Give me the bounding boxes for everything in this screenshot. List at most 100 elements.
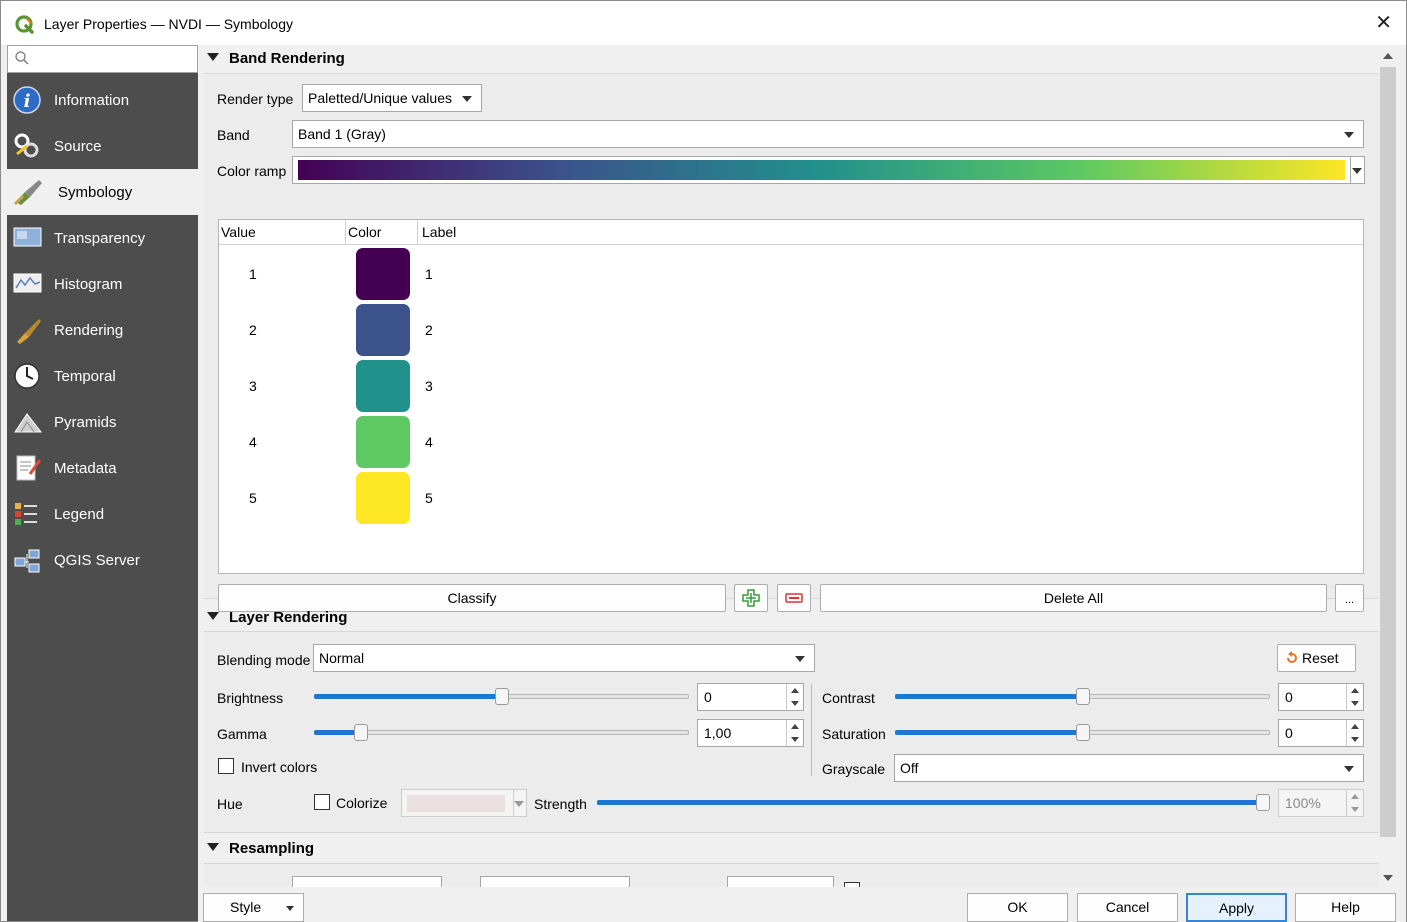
zoomed-out-select[interactable] bbox=[480, 876, 630, 887]
band-label: Band bbox=[217, 127, 250, 143]
band-select[interactable]: Band 1 (Gray) bbox=[292, 120, 1364, 148]
sidebar-item-source[interactable]: Source bbox=[7, 123, 198, 169]
colorize-color-button[interactable] bbox=[401, 789, 514, 817]
spin-buttons[interactable] bbox=[786, 720, 803, 746]
sidebar-item-symbology[interactable]: Symbology bbox=[7, 169, 198, 215]
transparency-icon bbox=[13, 227, 42, 247]
render-type-value: Paletted/Unique values bbox=[308, 90, 452, 106]
vertical-scrollbar[interactable] bbox=[1379, 45, 1397, 887]
table-row[interactable]: 5 5 bbox=[219, 470, 1363, 526]
strength-slider[interactable] bbox=[597, 792, 1270, 812]
contrast-spinbox[interactable]: 0 bbox=[1278, 683, 1364, 711]
render-type-label: Render type bbox=[217, 91, 294, 107]
saturation-slider[interactable] bbox=[895, 722, 1270, 742]
sidebar-item-transparency[interactable]: Transparency bbox=[7, 215, 198, 261]
gamma-spinbox[interactable]: 1,00 bbox=[697, 719, 804, 747]
slider-handle[interactable] bbox=[1076, 688, 1090, 705]
brightness-slider[interactable] bbox=[314, 686, 689, 706]
layer-rendering-panel: Blending mode Normal Reset Brightness 0 bbox=[204, 631, 1379, 833]
invert-colors-checkbox[interactable] bbox=[218, 758, 234, 774]
zoomed-in-select[interactable] bbox=[292, 876, 442, 887]
col-label-header[interactable]: Label bbox=[422, 224, 456, 240]
sidebar-item-information[interactable]: i Information bbox=[7, 77, 198, 123]
resampling-header[interactable]: Resampling bbox=[204, 835, 1379, 863]
sidebar-item-rendering[interactable]: Rendering bbox=[7, 307, 198, 353]
saturation-spinbox[interactable]: 0 bbox=[1278, 719, 1364, 747]
sidebar-item-legend[interactable]: Legend bbox=[7, 491, 198, 537]
spin-buttons[interactable] bbox=[1346, 684, 1363, 710]
resampling-panel bbox=[204, 863, 1379, 887]
table-row[interactable]: 3 3 bbox=[219, 358, 1363, 414]
contrast-slider[interactable] bbox=[895, 686, 1270, 706]
gamma-slider[interactable] bbox=[314, 722, 689, 742]
ok-button[interactable]: OK bbox=[967, 893, 1068, 922]
class-color-swatch[interactable] bbox=[356, 360, 410, 412]
search-input[interactable] bbox=[7, 45, 198, 73]
chevron-down-icon bbox=[795, 656, 805, 662]
colorize-checkbox[interactable] bbox=[314, 794, 330, 810]
class-color-swatch[interactable] bbox=[356, 416, 410, 468]
qgis-logo-icon bbox=[15, 15, 34, 34]
class-value: 4 bbox=[249, 434, 257, 450]
scroll-up-icon[interactable] bbox=[1383, 53, 1393, 59]
spin-buttons[interactable] bbox=[1346, 790, 1363, 816]
rendering-icon bbox=[17, 319, 41, 344]
class-label: 1 bbox=[425, 266, 433, 282]
color-ramp-dropdown[interactable] bbox=[1350, 156, 1365, 184]
blending-mode-select[interactable]: Normal bbox=[313, 644, 815, 672]
sidebar-item-metadata[interactable]: Metadata bbox=[7, 445, 198, 491]
strength-value: 100% bbox=[1285, 795, 1321, 811]
apply-button[interactable]: Apply bbox=[1186, 893, 1287, 922]
layer-rendering-header[interactable]: Layer Rendering bbox=[204, 604, 1379, 632]
class-color-swatch[interactable] bbox=[356, 304, 410, 356]
strength-spinbox[interactable]: 100% bbox=[1278, 789, 1364, 817]
slider-handle[interactable] bbox=[495, 688, 509, 705]
sidebar-item-pyramids[interactable]: Pyramids bbox=[7, 399, 198, 445]
legend-icon bbox=[15, 503, 37, 525]
pyramids-icon bbox=[14, 413, 43, 433]
slider-handle[interactable] bbox=[1256, 794, 1270, 811]
spin-buttons[interactable] bbox=[1346, 720, 1363, 746]
reset-button[interactable]: Reset bbox=[1277, 644, 1356, 672]
sidebar-item-label: QGIS Server bbox=[54, 552, 140, 569]
class-color-swatch[interactable] bbox=[356, 248, 410, 300]
table-row[interactable]: 1 1 bbox=[219, 246, 1363, 302]
cancel-button[interactable]: Cancel bbox=[1077, 893, 1178, 922]
slider-handle[interactable] bbox=[354, 724, 368, 741]
oversampling-spinbox[interactable] bbox=[727, 876, 834, 887]
col-value-header[interactable]: Value bbox=[221, 224, 256, 240]
slider-fill bbox=[895, 730, 1083, 735]
style-button[interactable]: Style bbox=[203, 893, 304, 922]
close-icon[interactable]: ✕ bbox=[1375, 11, 1392, 35]
scroll-down-icon[interactable] bbox=[1383, 875, 1393, 881]
brightness-value: 0 bbox=[704, 689, 712, 705]
slider-handle[interactable] bbox=[1076, 724, 1090, 741]
brightness-spinbox[interactable]: 0 bbox=[697, 683, 804, 711]
blending-mode-value: Normal bbox=[319, 650, 365, 666]
render-type-select[interactable]: Paletted/Unique values bbox=[302, 84, 482, 112]
col-color-header[interactable]: Color bbox=[348, 224, 381, 240]
class-label: 4 bbox=[425, 434, 433, 450]
sidebar-item-label: Symbology bbox=[58, 184, 133, 201]
help-button[interactable]: Help bbox=[1295, 893, 1396, 922]
sidebar-item-label: Rendering bbox=[54, 322, 124, 339]
spin-buttons[interactable] bbox=[786, 684, 803, 710]
sidebar-item-histogram[interactable]: Histogram bbox=[7, 261, 198, 307]
sidebar-item-label: Legend bbox=[54, 506, 105, 523]
band-rendering-header[interactable]: Band Rendering bbox=[204, 45, 1379, 73]
class-table[interactable]: Value Color Label 1 1 2 2 3 3 4 4 5 5 bbox=[218, 219, 1364, 574]
section-title: Band Rendering bbox=[229, 50, 345, 67]
arrow-down-icon bbox=[1351, 737, 1359, 742]
table-row[interactable]: 2 2 bbox=[219, 302, 1363, 358]
table-row[interactable]: 4 4 bbox=[219, 414, 1363, 470]
slider-track bbox=[314, 730, 689, 735]
color-ramp-button[interactable] bbox=[292, 156, 1351, 184]
scrollbar-thumb[interactable] bbox=[1380, 67, 1396, 837]
sidebar-item-label: Transparency bbox=[54, 230, 146, 247]
colorize-color-dropdown[interactable] bbox=[513, 789, 527, 817]
sidebar-item-temporal[interactable]: Temporal bbox=[7, 353, 198, 399]
class-value: 3 bbox=[249, 378, 257, 394]
class-color-swatch[interactable] bbox=[356, 472, 410, 524]
grayscale-select[interactable]: Off bbox=[894, 754, 1364, 782]
sidebar-item-qgis-server[interactable]: QGIS Server bbox=[7, 537, 198, 583]
